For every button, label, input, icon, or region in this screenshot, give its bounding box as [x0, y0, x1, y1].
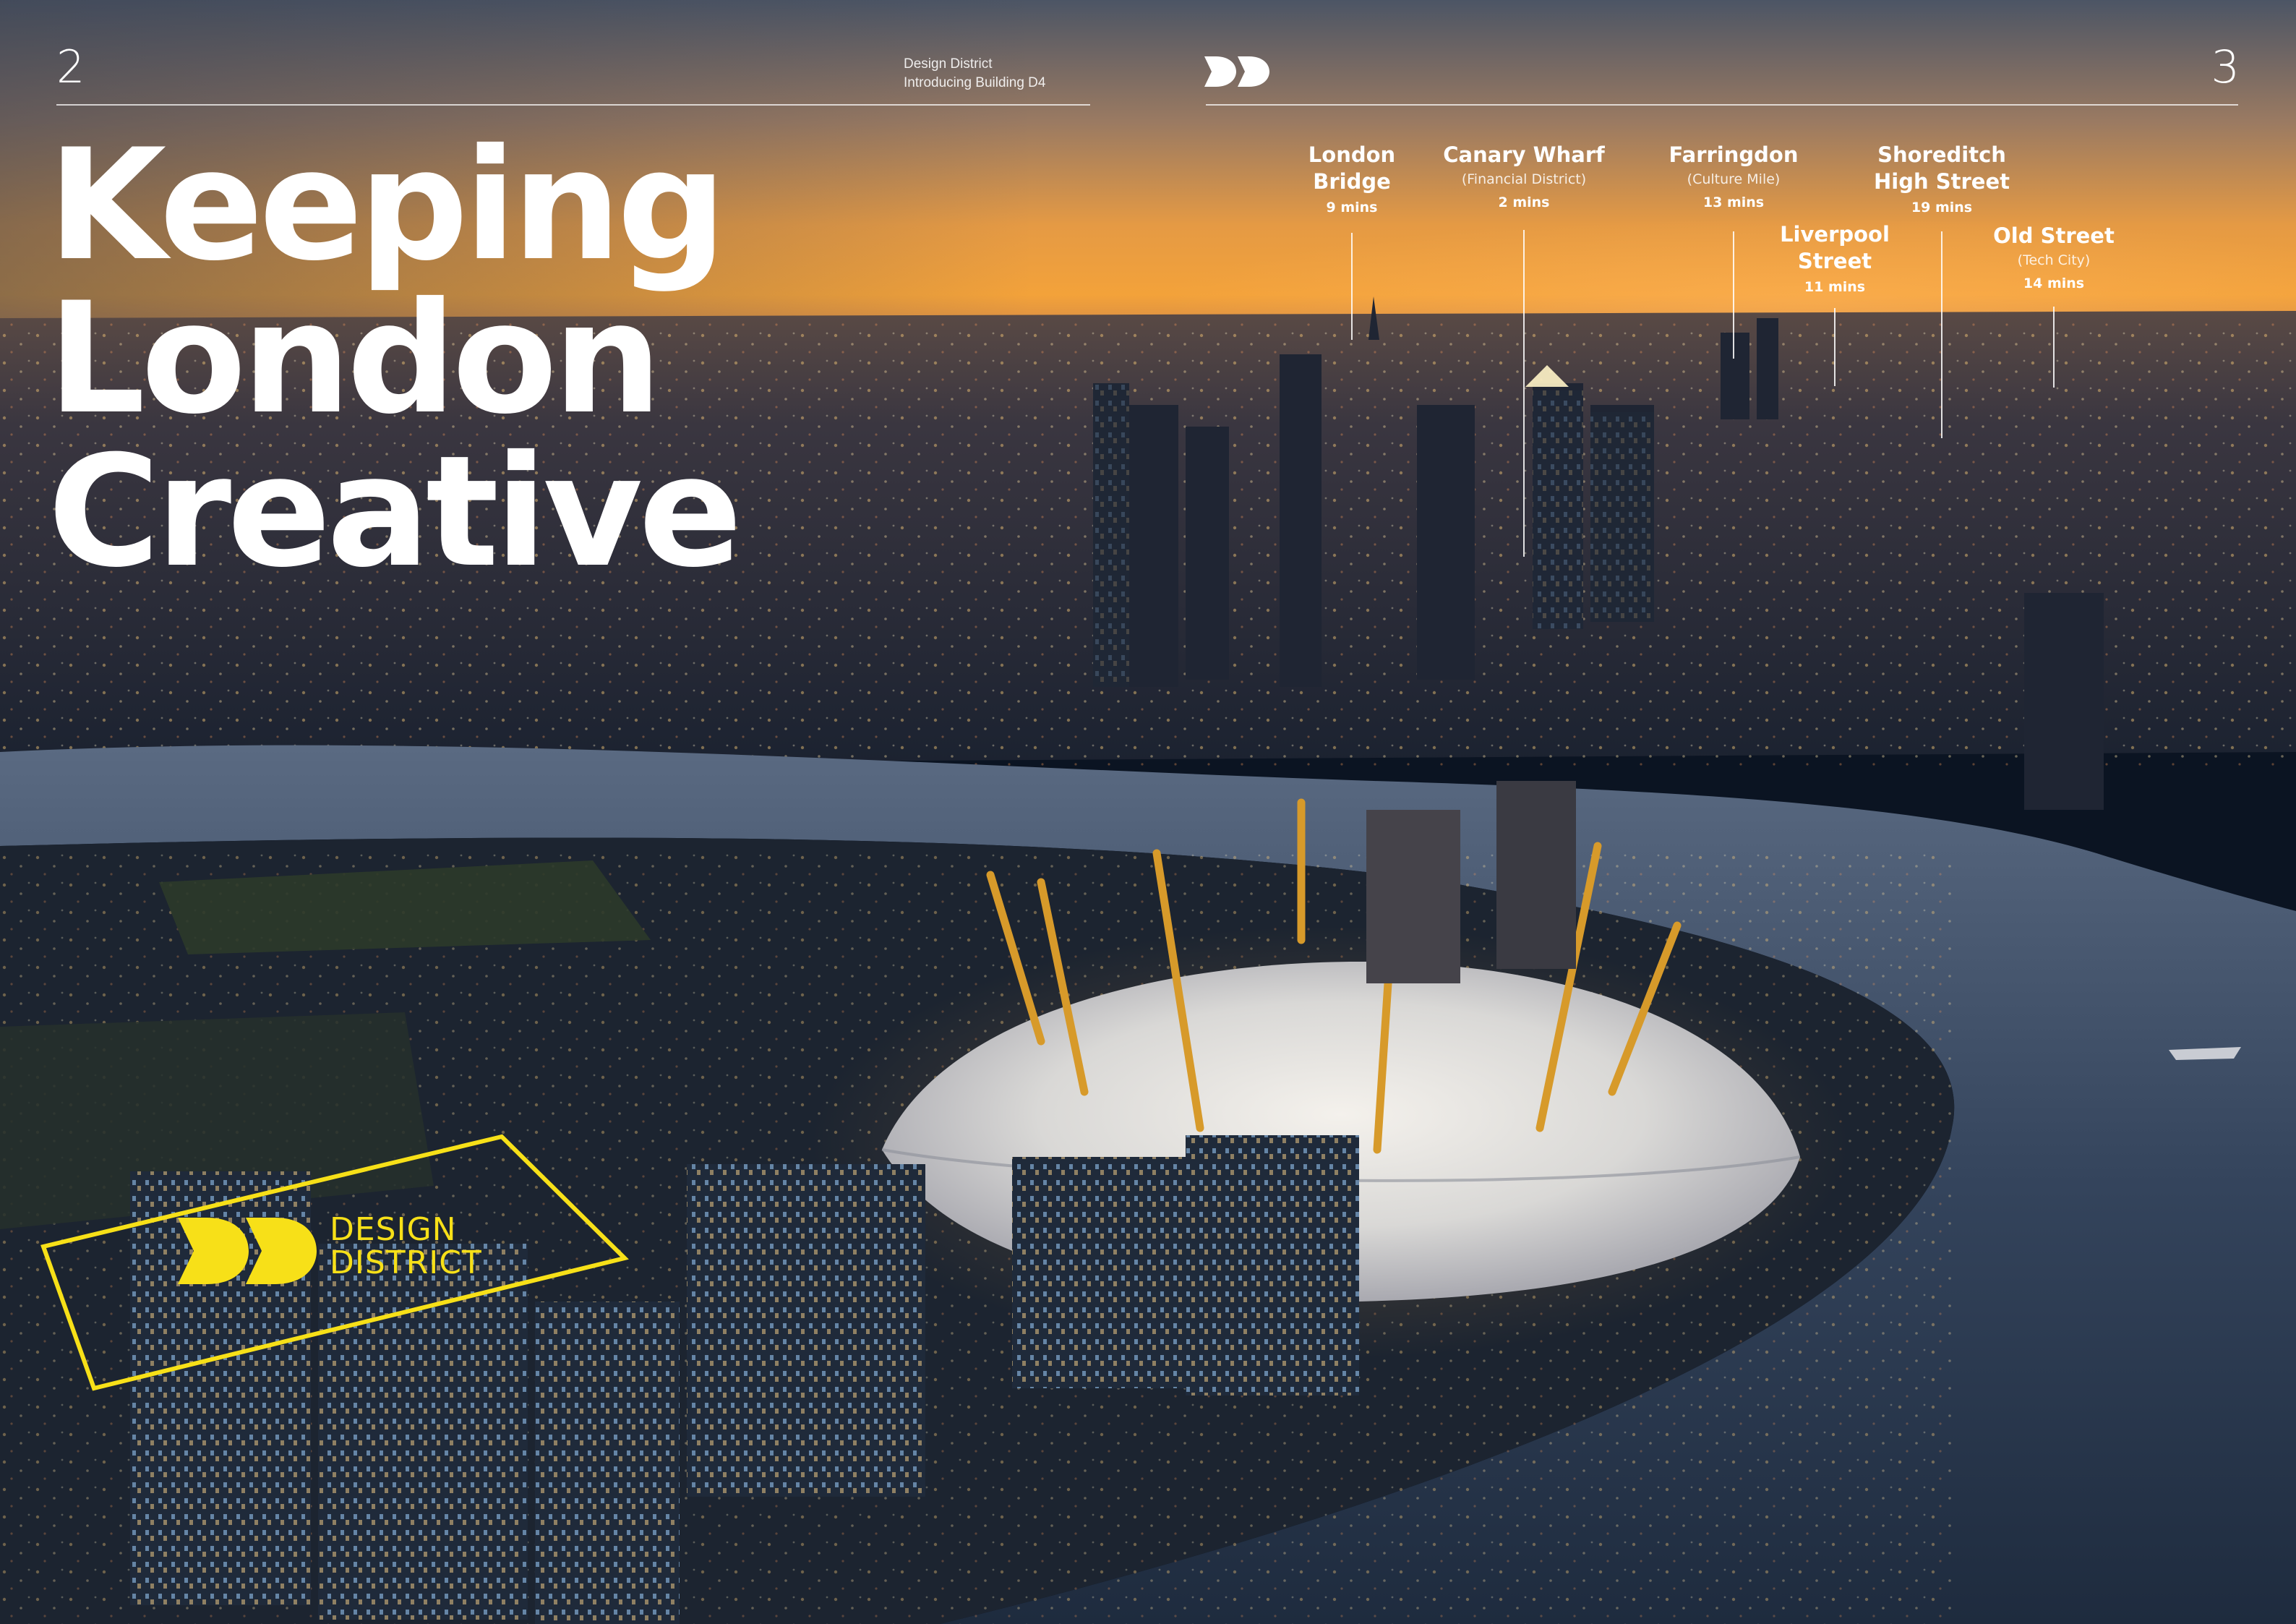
headline-line-2: London: [48, 269, 662, 448]
location-name: Bridge: [1313, 169, 1391, 194]
location-travel-time: 11 mins: [1804, 279, 1866, 295]
page-number-right: 3: [2211, 40, 2240, 93]
headline-line-3: Creative: [48, 422, 742, 601]
header-rule-right: [1206, 104, 2238, 106]
location-pin-line: [2053, 307, 2055, 388]
location-pin-line: [1733, 231, 1734, 359]
location-shoreditch-high-street: Shoreditch High Street 19 mins: [1855, 142, 2029, 220]
location-district: (Culture Mile): [1687, 171, 1781, 187]
location-travel-time: 9 mins: [1326, 200, 1378, 215]
location-travel-time: 14 mins: [2023, 275, 2085, 291]
running-header-subtitle: Introducing Building D4: [904, 75, 1046, 90]
headline-line-1: Keeping: [48, 116, 727, 294]
location-pin-line: [1351, 233, 1353, 340]
location-travel-time: 2 mins: [1498, 195, 1550, 210]
location-name: Liverpool: [1780, 222, 1890, 247]
running-header-title: Design District: [904, 56, 993, 72]
location-pin-line: [1941, 231, 1942, 438]
running-header: Design District Introducing Building D4: [904, 55, 1045, 93]
location-name: Old Street: [1993, 223, 2115, 248]
spread-overlay: 2 3 Design District Introducing Building…: [0, 0, 2296, 1624]
location-travel-time: 19 mins: [1911, 200, 1973, 215]
headline: Keeping London Creative: [48, 116, 742, 601]
location-name: High Street: [1874, 169, 2010, 194]
location-name: Canary Wharf: [1443, 142, 1605, 167]
location-liverpool-street: Liverpool Street 11 mins: [1761, 221, 1909, 299]
location-canary-wharf: Canary Wharf (Financial District) 2 mins: [1421, 142, 1627, 215]
location-travel-time: 13 mins: [1702, 195, 1765, 210]
logo-line-1: DESIGN: [330, 1211, 457, 1248]
location-district: (Financial District): [1461, 171, 1587, 187]
page-number-left: 2: [56, 40, 85, 93]
location-old-street: Old Street (Tech City) 14 mins: [1978, 223, 2130, 296]
location-pin-line: [1523, 230, 1525, 557]
location-name: Street: [1797, 249, 1872, 273]
location-name: London: [1308, 142, 1396, 167]
logo-line-2: DISTRICT: [330, 1244, 482, 1281]
location-name: Farringdon: [1669, 142, 1799, 167]
location-farringdon: Farringdon (Culture Mile) 13 mins: [1648, 142, 1819, 215]
location-pin-line: [1834, 308, 1835, 386]
design-district-logo-text: DESIGN DISTRICT: [330, 1213, 482, 1280]
header-rule-left: [56, 104, 1090, 106]
location-london-bridge: London Bridge 9 mins: [1293, 142, 1411, 220]
location-name: Shoreditch: [1877, 142, 2006, 167]
dd-monogram-icon: [1204, 56, 1269, 87]
location-district: (Tech City): [2017, 252, 2091, 268]
